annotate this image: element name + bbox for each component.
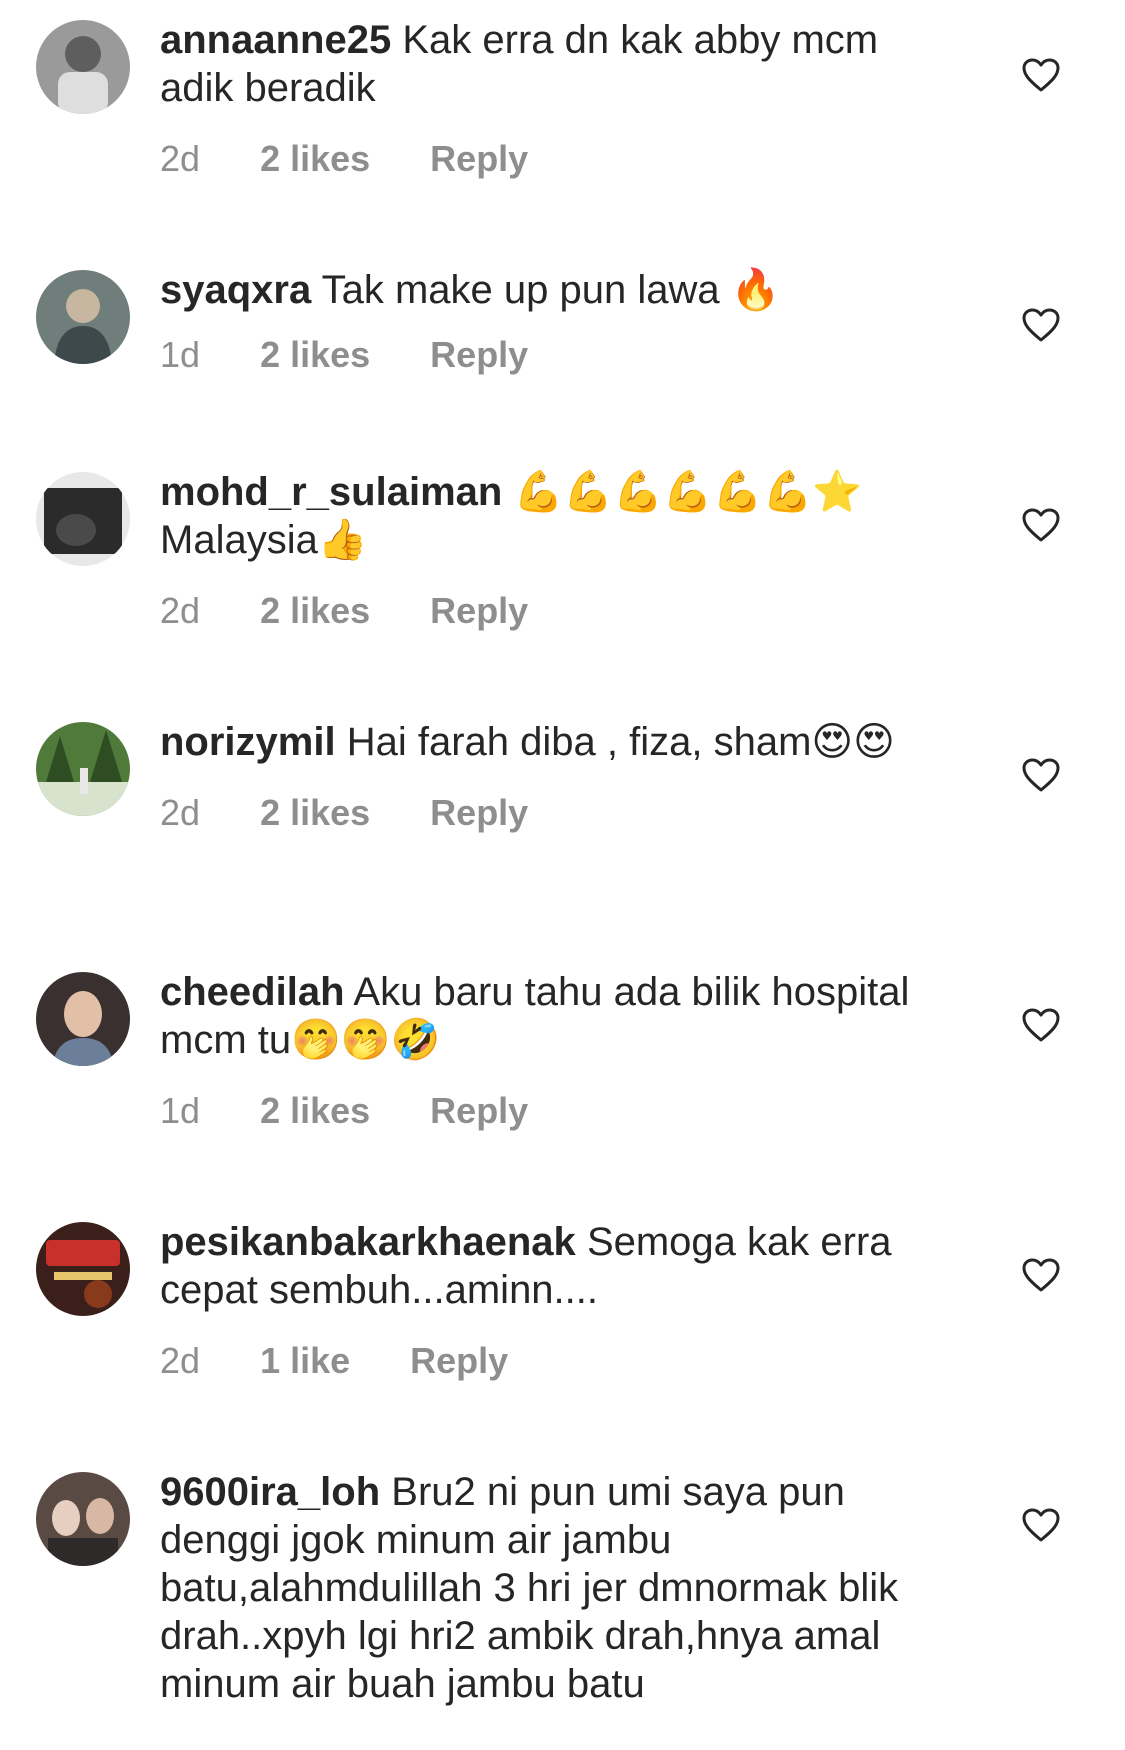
comment-time: 1d bbox=[160, 334, 201, 375]
reply-button[interactable]: Reply bbox=[430, 1086, 528, 1136]
comment-body: cheedilah Aku baru tahu ada bilik hospit… bbox=[160, 968, 960, 1136]
heart-outline-icon[interactable] bbox=[1022, 1508, 1060, 1542]
reply-button[interactable]: Reply bbox=[430, 134, 528, 184]
comment-meta: 1d 2 likes Reply bbox=[160, 330, 960, 380]
heart-outline-icon[interactable] bbox=[1022, 1258, 1060, 1292]
reply-button[interactable]: Reply bbox=[430, 330, 528, 380]
comment-time: 2d bbox=[160, 590, 201, 631]
comment-username[interactable]: cheedilah bbox=[160, 970, 345, 1014]
comment-likes[interactable]: 2 likes bbox=[260, 330, 370, 380]
comment-meta: 2d 1 like Reply bbox=[160, 1336, 960, 1386]
comment-username[interactable]: mohd_r_sulaiman bbox=[160, 470, 502, 514]
comment-time: 2d bbox=[160, 1340, 201, 1381]
comment-likes[interactable]: 2 likes bbox=[260, 788, 370, 838]
reply-button[interactable]: Reply bbox=[430, 586, 528, 636]
heart-outline-icon[interactable] bbox=[1022, 58, 1060, 92]
comment-time: 1d bbox=[160, 1090, 201, 1131]
heart-outline-icon[interactable] bbox=[1022, 758, 1060, 792]
comment-likes[interactable]: 1 like bbox=[260, 1336, 350, 1386]
comment-username[interactable]: syaqxra bbox=[160, 268, 311, 312]
comment-text: Tak make up pun lawa 🔥 bbox=[321, 268, 781, 312]
comment-meta: 2d 2 likes Reply bbox=[160, 134, 960, 184]
avatar[interactable] bbox=[36, 972, 130, 1066]
heart-outline-icon[interactable] bbox=[1022, 1008, 1060, 1042]
comment-body: norizymil Hai farah diba , fiza, sham😍😍 … bbox=[160, 718, 960, 838]
comment-time: 2d bbox=[160, 138, 201, 179]
avatar[interactable] bbox=[36, 722, 130, 816]
comment-body: 9600ira_loh Bru2 ni pun umi saya pun den… bbox=[160, 1468, 960, 1708]
comment-text: Hai farah diba , fiza, sham😍😍 bbox=[346, 720, 895, 764]
heart-outline-icon[interactable] bbox=[1022, 508, 1060, 542]
avatar[interactable] bbox=[36, 270, 130, 364]
reply-button[interactable]: Reply bbox=[430, 788, 528, 838]
comment-likes[interactable]: 2 likes bbox=[260, 586, 370, 636]
avatar[interactable] bbox=[36, 1222, 130, 1316]
comment-username[interactable]: annaanne25 bbox=[160, 18, 391, 62]
comment-body: pesikanbakarkhaenak Semoga kak erra cepa… bbox=[160, 1218, 960, 1386]
comment-likes[interactable]: 2 likes bbox=[260, 1086, 370, 1136]
comment-meta: 2d 2 likes Reply bbox=[160, 788, 960, 838]
comment-meta: 1d 2 likes Reply bbox=[160, 1086, 960, 1136]
comment-username[interactable]: pesikanbakarkhaenak bbox=[160, 1220, 576, 1264]
reply-button[interactable]: Reply bbox=[410, 1336, 508, 1386]
heart-outline-icon[interactable] bbox=[1022, 308, 1060, 342]
comment-meta: 2d 2 likes Reply bbox=[160, 586, 960, 636]
comment-body: syaqxra Tak make up pun lawa 🔥 1d 2 like… bbox=[160, 266, 960, 380]
comment-time: 2d bbox=[160, 792, 201, 833]
comment-body: annaanne25 Kak erra dn kak abby mcm adik… bbox=[160, 16, 960, 184]
avatar[interactable] bbox=[36, 1472, 130, 1566]
avatar[interactable] bbox=[36, 472, 130, 566]
comment-likes[interactable]: 2 likes bbox=[260, 134, 370, 184]
comment-username[interactable]: 9600ira_loh bbox=[160, 1470, 380, 1514]
avatar[interactable] bbox=[36, 20, 130, 114]
comment-body: mohd_r_sulaiman 💪💪💪💪💪💪⭐ Malaysia👍 2d 2 l… bbox=[160, 468, 960, 636]
comment-username[interactable]: norizymil bbox=[160, 720, 336, 764]
